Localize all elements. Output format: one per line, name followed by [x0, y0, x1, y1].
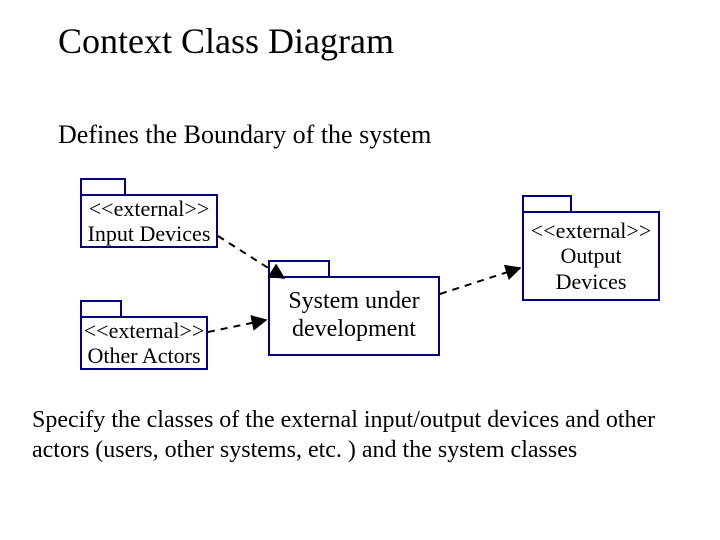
stereotype-label: <<external>>	[531, 218, 651, 243]
connector-actors-to-system	[208, 320, 266, 332]
package-label: Output Devices	[556, 243, 627, 293]
page-subtitle: Defines the Boundary of the system	[58, 120, 431, 150]
package-label: System under development	[274, 288, 434, 343]
package-body: <<external>> Other Actors	[80, 316, 208, 370]
package-body: System under development	[268, 276, 440, 356]
page-title: Context Class Diagram	[58, 20, 394, 62]
stereotype-label: <<external>>	[84, 318, 204, 343]
package-body: <<external>> Output Devices	[522, 211, 660, 301]
stereotype-label: <<external>>	[89, 196, 209, 221]
body-text: Specify the classes of the external inpu…	[32, 405, 687, 465]
package-label: Input Devices	[88, 221, 211, 246]
package-label: Other Actors	[87, 343, 200, 368]
package-body: <<external>> Input Devices	[80, 194, 218, 248]
connector-system-to-output	[440, 268, 520, 294]
slide: Context Class Diagram Defines the Bounda…	[0, 0, 720, 540]
